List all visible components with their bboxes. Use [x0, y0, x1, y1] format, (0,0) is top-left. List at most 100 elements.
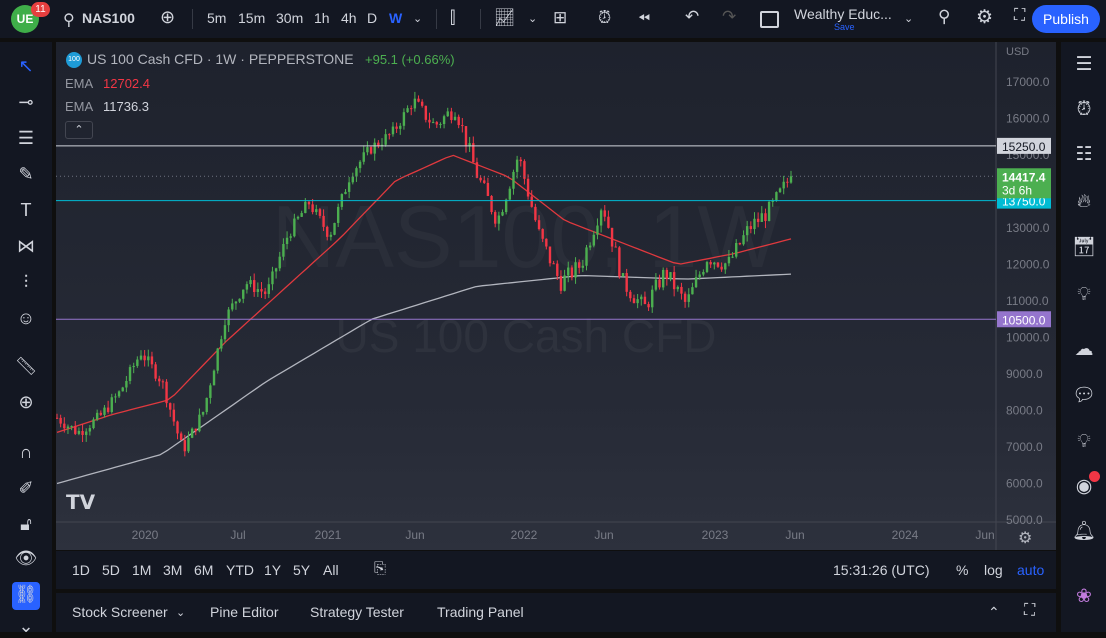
chevron-down-icon[interactable]: ⌄ — [528, 12, 537, 25]
calendar-icon[interactable]: 📅︎ — [1071, 235, 1097, 261]
collapse-legend-button[interactable]: ⌃ — [65, 121, 93, 139]
ruler-icon[interactable]: 📏︎ — [14, 354, 38, 378]
tradingview-logo[interactable]: 𝗧𝗩 — [66, 490, 95, 515]
redo-icon[interactable]: ↷ — [722, 7, 736, 27]
range-5y[interactable]: 5Y — [293, 562, 310, 578]
emoji-icon[interactable]: ☺ — [14, 306, 38, 330]
messages-icon[interactable]: 💬︎ — [1071, 383, 1097, 409]
chevron-down-icon[interactable]: ⌄ — [14, 614, 38, 638]
tab-pine-editor[interactable]: Pine Editor — [210, 604, 278, 620]
log-toggle[interactable]: log — [984, 562, 1003, 578]
candle-body — [461, 125, 463, 126]
range-1d[interactable]: 1D — [72, 562, 90, 578]
chevron-down-icon[interactable]: ⌄ — [904, 12, 913, 25]
magnet-icon[interactable]: ∩ — [14, 440, 38, 464]
alert-add-icon[interactable]: ⏰︎ — [598, 8, 611, 28]
tab-trading-panel[interactable]: Trading Panel — [437, 604, 524, 620]
lock-draw-icon[interactable]: ✐ — [14, 476, 38, 500]
maximize-panel-icon[interactable]: ⛶ — [1024, 602, 1035, 620]
candle-body — [395, 127, 397, 129]
search-icon[interactable]: ⚲ — [63, 10, 75, 30]
candle-body — [187, 438, 189, 451]
candle-body — [114, 396, 116, 397]
range-1m[interactable]: 1M — [132, 562, 151, 578]
candle-body — [549, 247, 551, 264]
price-tick: 9000.0 — [1006, 367, 1043, 381]
trend-line-icon[interactable]: ⊸ — [14, 90, 38, 114]
auto-toggle[interactable]: auto — [1017, 562, 1044, 578]
price-chart[interactable]: NAS100, 1WUS 100 Cash CFD17000.016000.01… — [56, 42, 1056, 550]
tab-strategy-tester[interactable]: Strategy Tester — [310, 604, 404, 620]
layout-icon[interactable] — [760, 11, 779, 28]
replay-icon[interactable]: ⏪︎ — [638, 10, 650, 27]
compare-add-icon[interactable]: ⊕ — [160, 7, 175, 28]
currency-select[interactable]: USD — [1006, 46, 1029, 58]
tf-1h[interactable]: 1h — [314, 10, 330, 26]
chevron-down-icon[interactable]: ⌄ — [413, 12, 422, 25]
tf-w[interactable]: W — [389, 10, 402, 26]
indicators-icon[interactable]: 📈︎ — [494, 8, 516, 28]
publish-button[interactable]: Publish — [1032, 5, 1100, 33]
tf-4h[interactable]: 4h — [341, 10, 357, 26]
candle-body — [753, 219, 755, 229]
range-ytd[interactable]: YTD — [226, 562, 254, 578]
clock[interactable]: 15:31:26 (UTC) — [833, 562, 929, 578]
hotlist-icon[interactable]: 🔥︎ — [1071, 189, 1097, 215]
range-6m[interactable]: 6M — [194, 562, 213, 578]
collapse-panel-icon[interactable]: ⌃ — [988, 604, 1000, 621]
tf-d[interactable]: D — [367, 10, 377, 26]
cursor-icon[interactable]: ↖ — [14, 54, 38, 78]
layout-name[interactable]: Wealthy Educ... — [794, 6, 892, 22]
symbol-search[interactable]: NAS100 — [82, 10, 135, 26]
fullscreen-icon[interactable]: ⛶ — [1014, 7, 1025, 25]
candle-body — [111, 397, 113, 412]
forecast-icon[interactable]: ⫶ — [14, 270, 38, 294]
undo-icon[interactable]: ↶ — [685, 7, 699, 27]
alarm-icon[interactable]: ⏰︎ — [1071, 97, 1097, 123]
quick-search-icon[interactable]: ⚲ — [938, 7, 950, 27]
data-window-icon[interactable]: ☷ — [1071, 142, 1097, 168]
bell-icon[interactable]: 🔔︎ — [1071, 519, 1097, 545]
candle-body — [246, 284, 248, 289]
candle-body — [436, 122, 438, 124]
axis-settings-icon[interactable]: ⚙ — [1018, 528, 1032, 548]
candle-body — [490, 196, 492, 212]
brain-icon[interactable]: ❀ — [1071, 584, 1097, 610]
candle-body — [717, 263, 719, 267]
range-all[interactable]: All — [323, 562, 339, 578]
candle-body — [235, 302, 237, 304]
ideas-icon[interactable]: 💡︎ — [1071, 282, 1097, 308]
chevron-down-icon[interactable]: ⌄ — [176, 606, 185, 619]
pattern-icon[interactable]: ⋈ — [14, 234, 38, 258]
link-icon[interactable]: ⛓︎ — [12, 582, 40, 610]
candle-body — [786, 182, 788, 183]
templates-icon[interactable]: ⊞ — [553, 8, 567, 28]
tf-5m[interactable]: 5m — [207, 10, 226, 26]
range-3m[interactable]: 3M — [163, 562, 182, 578]
symbol-title[interactable]: US 100 Cash CFD · 1W · PEPPERSTONE — [87, 51, 354, 67]
fib-icon[interactable]: ☰ — [14, 126, 38, 150]
candles-icon[interactable]: ⫿ — [450, 8, 455, 28]
gear-icon[interactable]: ⚙ — [976, 6, 993, 29]
text-icon[interactable]: T — [14, 198, 38, 222]
range-5d[interactable]: 5D — [102, 562, 120, 578]
tf-30m[interactable]: 30m — [276, 10, 303, 26]
streams-icon[interactable]: 💡︎ — [1071, 429, 1097, 455]
lock-icon[interactable]: 🔓︎ — [14, 512, 38, 536]
candle-body — [59, 418, 61, 424]
zoom-icon[interactable]: ⊕ — [14, 390, 38, 414]
watchlist-icon[interactable]: ☰ — [1071, 52, 1097, 78]
ema2-label[interactable]: EMA — [65, 99, 93, 114]
chart-pane[interactable]: NAS100, 1WUS 100 Cash CFD17000.016000.01… — [56, 42, 1056, 550]
tf-15m[interactable]: 15m — [238, 10, 265, 26]
brush-icon[interactable]: ✎ — [14, 162, 38, 186]
save-label[interactable]: Save — [834, 22, 855, 32]
date-range-icon[interactable]: ⎘ — [374, 560, 386, 577]
eye-icon[interactable]: 👁︎ — [14, 546, 38, 570]
percent-toggle[interactable]: % — [956, 562, 968, 578]
ema1-label[interactable]: EMA — [65, 76, 93, 91]
candle-body — [563, 275, 565, 290]
range-1y[interactable]: 1Y — [264, 562, 281, 578]
chat-icon[interactable]: ☁ — [1071, 337, 1097, 363]
tab-stock-screener[interactable]: Stock Screener — [72, 604, 168, 620]
